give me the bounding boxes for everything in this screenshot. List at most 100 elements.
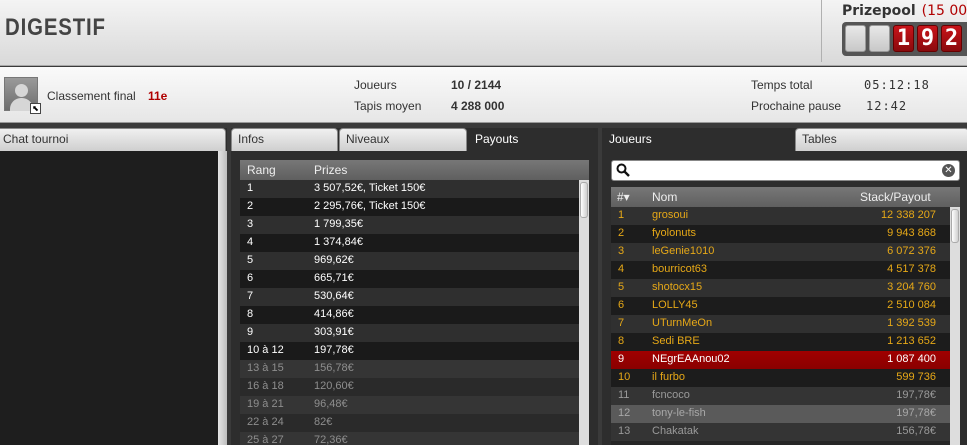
player-rank: 5 [618, 281, 625, 293]
payout-row[interactable]: 25 à 27 72,36€ [240, 432, 579, 445]
column-header-rank[interactable]: Rang [247, 163, 276, 177]
payout-rank: 6 [247, 272, 254, 284]
player-search-box[interactable]: ✕ [611, 160, 960, 181]
search-icon [616, 163, 630, 177]
payout-prize: 82€ [314, 416, 333, 428]
player-row[interactable]: 7 UTurnMeOn 1 392 539 [611, 315, 950, 333]
payout-row[interactable]: 19 à 21 96,48€ [240, 396, 579, 414]
payout-row[interactable]: 13 à 15 156,78€ [240, 360, 579, 378]
payout-row[interactable]: 10 à 12 197,78€ [240, 342, 579, 360]
payouts-scrollbar[interactable] [579, 180, 589, 445]
player-row[interactable]: 9 NEgrEAAnou02 1 087 400 [611, 351, 950, 369]
payout-rank: 13 à 15 [247, 362, 284, 374]
player-stack: 197,78€ [896, 407, 936, 419]
avg-stack-label: Tapis moyen [354, 99, 422, 113]
player-row[interactable]: 13 Chakatak 156,78€ [611, 423, 950, 441]
player-name: leGenie1010 [652, 245, 715, 257]
payout-row[interactable]: 16 à 18 120,60€ [240, 378, 579, 396]
player-name: bourricot63 [652, 263, 708, 275]
tab-infos[interactable]: Infos [231, 128, 338, 151]
player-stack: 2 510 084 [887, 299, 936, 311]
payout-prize: 96,48€ [314, 398, 348, 410]
player-stack: 1 087 400 [887, 353, 936, 365]
payout-prize: 72,36€ [314, 434, 348, 445]
payout-prize: 414,86€ [314, 308, 354, 320]
player-row[interactable]: 11 fcncoco 197,78€ [611, 387, 950, 405]
column-header-name[interactable]: Nom [652, 190, 677, 204]
payout-row[interactable]: 5 969,62€ [240, 252, 579, 270]
player-rank: 2 [618, 227, 625, 239]
payouts-scrollbar-thumb[interactable] [580, 182, 588, 218]
payout-row[interactable]: 22 à 24 82€ [240, 414, 579, 432]
player-stack: 1 392 539 [887, 317, 936, 329]
payout-prize: 197,78€ [314, 344, 354, 356]
player-row[interactable]: 8 Sedi BRE 1 213 652 [611, 333, 950, 351]
rank-label: Classement final [47, 89, 136, 103]
players-table: #▾ Nom Stack/Payout 1 grosoui 12 338 207 2 f… [611, 187, 960, 445]
payout-rank: 16 à 18 [247, 380, 284, 392]
payout-rank: 9 [247, 326, 254, 338]
payout-prize: 1 799,35€ [314, 218, 363, 230]
column-header-rank[interactable]: #▾ [617, 190, 630, 204]
tab-chat[interactable]: Chat tournoi [0, 128, 226, 151]
avg-stack-value: 4 288 000 [451, 99, 505, 113]
payout-rank: 5 [247, 254, 254, 266]
payout-rank: 1 [247, 182, 254, 194]
payout-row[interactable]: 4 1 374,84€ [240, 234, 579, 252]
payout-prize: 1 374,84€ [314, 236, 363, 248]
player-rank: 13 [618, 425, 631, 437]
tab-niveaux[interactable]: Niveaux [339, 128, 467, 151]
clear-search-icon[interactable]: ✕ [942, 164, 955, 177]
players-scrollbar-thumb[interactable] [951, 209, 959, 243]
next-break-value: 12:42 [866, 99, 908, 113]
chat-messages-area[interactable] [0, 151, 218, 445]
player-row[interactable]: 3 leGenie1010 6 072 376 [611, 243, 950, 261]
payout-rank: 4 [247, 236, 254, 248]
payout-row[interactable]: 9 303,91€ [240, 324, 579, 342]
player-rank: 11 [618, 389, 630, 401]
payout-row[interactable]: 6 665,71€ [240, 270, 579, 288]
tab-payouts[interactable]: Payouts [468, 128, 597, 151]
rank-value: 11e [148, 89, 168, 103]
avatar[interactable]: ⬉ [4, 77, 41, 114]
payout-row[interactable]: 8 414,86€ [240, 306, 579, 324]
column-header-prizes[interactable]: Prizes [314, 163, 347, 177]
player-row[interactable]: 12 tony-le-fish 197,78€ [611, 405, 950, 423]
player-row[interactable]: 10 il furbo 599 736 [611, 369, 950, 387]
player-rank: 8 [618, 335, 625, 347]
prizepool-counter: 1 9 2 [842, 22, 967, 56]
payout-prize: 3 507,52€, Ticket 150€ [314, 182, 426, 194]
payout-row[interactable]: 2 2 295,76€, Ticket 150€ [240, 198, 579, 216]
player-name: il furbo [652, 371, 686, 383]
player-rank: 4 [618, 263, 625, 275]
payout-row[interactable]: 1 3 507,52€, Ticket 150€ [240, 180, 579, 198]
prizepool-panel: Prizepool(15 000€ 1 9 2 [821, 0, 967, 62]
counter-digit: 2 [941, 25, 962, 52]
counter-digit: 1 [893, 25, 914, 52]
total-time-label: Temps total [751, 78, 813, 92]
player-row[interactable]: 4 bourricot63 4 517 378 [611, 261, 950, 279]
chat-scrollbar[interactable] [218, 151, 227, 445]
external-link-icon[interactable]: ⬉ [30, 103, 41, 114]
payout-prize: 303,91€ [314, 326, 354, 338]
player-row[interactable]: 1 grosoui 12 338 207 [611, 207, 950, 225]
tournament-lobby-window: DIGESTIF Prizepool(15 000€ 1 9 2 ⬉ Class… [0, 0, 967, 445]
player-rank: 12 [618, 407, 631, 419]
payout-row[interactable]: 7 530,64€ [240, 288, 579, 306]
search-input[interactable] [634, 163, 934, 178]
payout-prize: 969,62€ [314, 254, 354, 266]
total-time-value: 05:12:18 [864, 78, 930, 92]
player-row[interactable]: 6 LOLLY45 2 510 084 [611, 297, 950, 315]
player-name: NEgrEAAnou02 [652, 353, 730, 365]
player-name: fcncoco [652, 389, 690, 401]
player-name: UTurnMeOn [652, 317, 713, 329]
player-rank: 9 [618, 353, 625, 365]
player-row[interactable]: 5 shotocx15 3 204 760 [611, 279, 950, 297]
players-scrollbar[interactable] [950, 207, 960, 445]
player-row[interactable]: 2 fyolonuts 9 943 868 [611, 225, 950, 243]
column-header-stack[interactable]: Stack/Payout [860, 190, 931, 204]
tab-tables[interactable]: Tables [795, 128, 967, 151]
tab-joueurs[interactable]: Joueurs [602, 128, 793, 151]
payout-row[interactable]: 3 1 799,35€ [240, 216, 579, 234]
player-name: shotocx15 [652, 281, 703, 293]
